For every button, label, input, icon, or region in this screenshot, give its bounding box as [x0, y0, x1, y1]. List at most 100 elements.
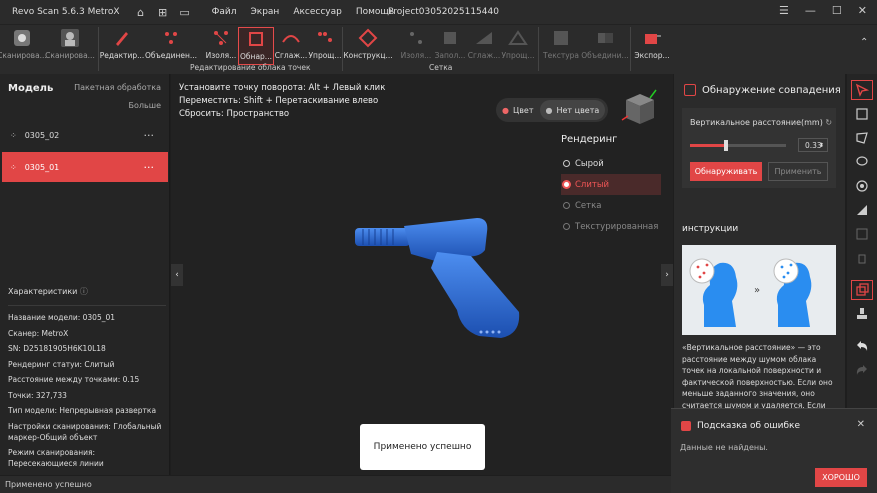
model-panel-title: Модель [8, 83, 54, 94]
smooth-label: Сглаж... [274, 51, 308, 60]
model-item-selected[interactable]: ⁘ 0305_01 ··· [2, 152, 168, 182]
scan-button-1[interactable]: Сканирова... [0, 27, 47, 65]
lasso-select-icon[interactable] [851, 128, 873, 148]
plane-cut-icon[interactable] [851, 200, 873, 220]
undo-icon[interactable] [851, 336, 873, 356]
prop-scan-settings: Настройки сканирования: Глобальный марке… [8, 421, 162, 442]
edit-button[interactable]: Редактир... [100, 27, 144, 65]
render-options: Рендеринг Сырой Слитый Сетка Текстуриров… [561, 134, 661, 237]
scan-button-2[interactable]: Сканирова... [45, 27, 95, 65]
collapse-right-icon[interactable]: › [661, 264, 673, 286]
minimize-icon[interactable]: — [805, 4, 816, 17]
pen-icon [109, 27, 135, 49]
prop-point-distance: Расстояние между точками: 0.15 [8, 375, 140, 384]
color-toggle[interactable]: ● Цвет ● Нет цвета [496, 98, 608, 122]
delete-icon[interactable] [851, 248, 873, 268]
collapse-toolbar-icon[interactable]: ⌃ [860, 37, 868, 48]
batch-processing-link[interactable]: Пакетная обработка [74, 83, 161, 92]
project-name: Project03052025115440 [388, 7, 499, 17]
properties-title-text: Характеристики [8, 287, 78, 296]
distance-label-text: Вертикальное расстояние(mm) [690, 118, 823, 127]
redo-icon[interactable] [851, 360, 873, 380]
mesh-isolate-button[interactable]: Изоля... [398, 27, 434, 65]
radio-icon [563, 202, 570, 209]
hint-pivot: Установите точку поворота: Alt + Левый к… [179, 83, 386, 93]
toolbar-divider [342, 27, 343, 71]
connected-select-icon[interactable] [851, 176, 873, 196]
view-cube[interactable] [618, 86, 662, 130]
menu-view[interactable]: Экран [250, 7, 279, 17]
mesh-smooth-button[interactable]: Сглаж... [466, 27, 502, 65]
info-icon[interactable]: ⓘ [80, 287, 88, 296]
no-color-option[interactable]: ● Нет цвета [539, 100, 606, 120]
stamp-icon[interactable] [851, 304, 873, 324]
isolate-button[interactable]: Изоля... [203, 27, 239, 65]
model-name: 0305_01 [24, 162, 60, 172]
smooth-button[interactable]: Сглаж... [273, 27, 309, 65]
mesh-simplify-button[interactable]: Упрощ... [500, 27, 536, 65]
3d-viewport[interactable]: Установите точку поворота: Alt + Левый к… [171, 74, 673, 475]
menu-bar: Файл Экран Аксессуар Помощь [212, 7, 395, 17]
mesh-group-label: Сетка [429, 63, 453, 72]
model-name: 0305_02 [24, 130, 60, 140]
close-icon[interactable]: ✕ [857, 419, 865, 430]
construct-button[interactable]: Конструкц... [343, 27, 393, 65]
toolbar-divider [630, 27, 631, 71]
divider [8, 305, 166, 306]
edit-label: Редактир... [99, 51, 145, 60]
collapse-left-icon[interactable]: ‹ [171, 264, 183, 286]
apply-button[interactable]: Применить [768, 162, 828, 181]
copy-icon[interactable] [851, 280, 873, 300]
slider-fill [690, 144, 727, 147]
simplify-button[interactable]: Упрощ... [307, 27, 343, 65]
freehand-select-icon[interactable] [851, 152, 873, 172]
menu-accessory[interactable]: Аксессуар [293, 7, 342, 17]
more-options-icon[interactable]: ··· [144, 161, 155, 174]
maximize-icon[interactable]: ☐ [832, 4, 842, 17]
radio-selected-icon [563, 181, 570, 188]
prop-model-name: Название модели: 0305_01 [8, 313, 116, 322]
render-fused-option[interactable]: Слитый [561, 174, 661, 195]
toolbar-divider [98, 27, 99, 71]
export-button[interactable]: Экспор... [634, 27, 670, 65]
folder-icon[interactable]: ▭ [178, 5, 192, 19]
color-option[interactable]: ● Цвет [496, 100, 540, 120]
prop-model-type: Тип модели: Непрерывная развертка [8, 406, 157, 415]
rect-select-icon[interactable] [851, 104, 873, 124]
title-bar: Revo Scan 5.6.3 MetroX ⌂ ⊞ ▭ Файл Экран … [0, 0, 877, 24]
select-tool-icon[interactable] [851, 80, 873, 100]
point-cloud-icon: ⁘ [10, 130, 17, 140]
slider-handle[interactable] [724, 140, 729, 151]
more-link[interactable]: Больше [129, 101, 161, 110]
merge-button[interactable]: Объединен... [145, 27, 197, 65]
new-project-icon[interactable]: ⊞ [156, 5, 170, 19]
radio-icon [563, 160, 570, 167]
reset-icon[interactable]: ↻ [825, 118, 832, 127]
fill-button[interactable]: Запол... [432, 27, 468, 65]
render-mesh-option[interactable]: Сетка [561, 195, 661, 216]
ok-button[interactable]: ХОРОШО [815, 468, 867, 487]
invert-select-icon[interactable] [851, 224, 873, 244]
render-textured-option[interactable]: Текстурированная [561, 216, 661, 237]
isolate-label: Изоля... [205, 51, 237, 60]
distance-slider[interactable] [690, 140, 786, 151]
texture-button[interactable]: Текстура [543, 27, 579, 65]
stepper-icon[interactable]: ⬍ [819, 142, 824, 149]
settings-icon[interactable]: ☰ [779, 4, 789, 17]
render-raw-option[interactable]: Сырой [561, 153, 661, 174]
color-off-label: Нет цвета [556, 105, 600, 115]
combine-button[interactable]: Объедини... [581, 27, 629, 65]
home-icon[interactable]: ⌂ [134, 5, 148, 19]
detect-button[interactable]: Обнаруживать [690, 162, 762, 181]
detect-overlap-button[interactable]: Обнар... [238, 27, 274, 65]
model-item[interactable]: ⁘ 0305_02 ··· [2, 120, 168, 150]
scanned-model[interactable] [349, 212, 529, 347]
prop-points: Точки: 327,733 [8, 390, 67, 400]
close-icon[interactable]: ✕ [858, 4, 867, 17]
simplify-icon [505, 27, 531, 49]
more-options-icon[interactable]: ··· [144, 129, 155, 142]
distance-input[interactable]: 0.33 ⬍ [798, 138, 828, 152]
distance-settings: Вертикальное расстояние(mm) ↻ 0.33 ⬍ Обна… [682, 108, 836, 188]
menu-file[interactable]: Файл [212, 7, 237, 17]
render-textured-label: Текстурированная [575, 221, 659, 232]
